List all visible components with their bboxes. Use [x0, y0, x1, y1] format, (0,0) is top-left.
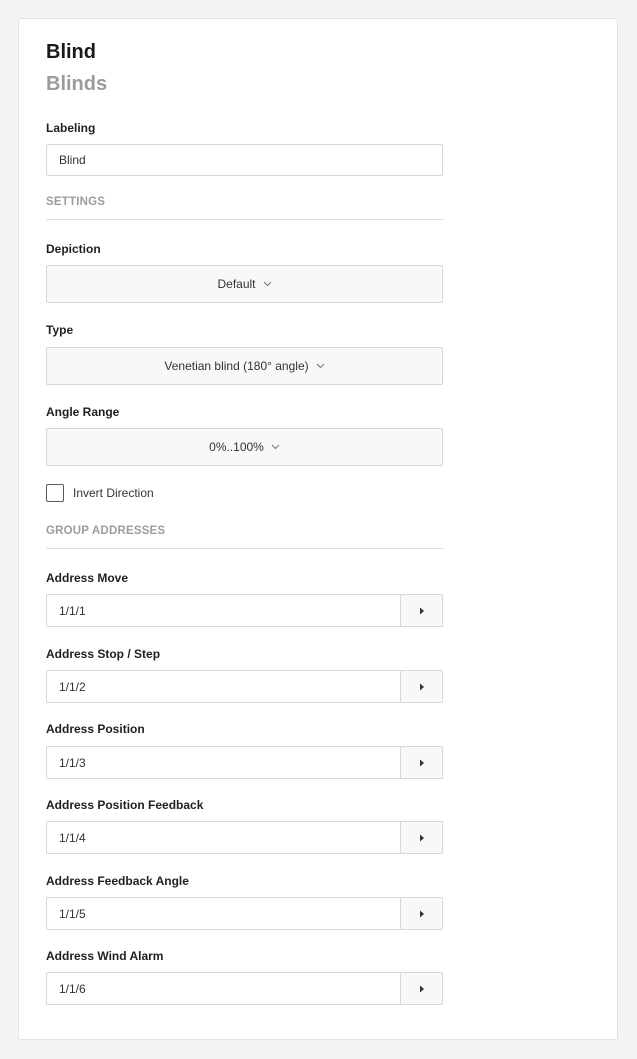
address-position-input[interactable] [47, 747, 400, 778]
address-wind-alarm-field [46, 972, 443, 1005]
caret-right-icon [419, 985, 424, 992]
angle-range-label: Angle Range [46, 405, 120, 419]
address-stop-step-field [46, 670, 443, 703]
address-move-label: Address Move [46, 571, 129, 585]
address-stop-step-label: Address Stop / Step [46, 647, 161, 661]
depiction-select[interactable]: Default [46, 265, 443, 303]
page-subtitle: Blinds [46, 73, 108, 95]
settings-section-header: SETTINGS [46, 196, 443, 220]
address-wind-alarm-input[interactable] [47, 973, 400, 1004]
address-move-field [46, 594, 443, 627]
depiction-value: Default [217, 277, 256, 291]
settings-card: Blind Blinds Labeling SETTINGS Depiction… [18, 18, 618, 1040]
address-feedback-angle-field [46, 897, 443, 930]
address-position-feedback-button[interactable] [400, 822, 442, 853]
depiction-label: Depiction [46, 242, 101, 256]
type-value: Venetian blind (180° angle) [164, 359, 309, 373]
labeling-label: Labeling [46, 121, 96, 135]
address-feedback-angle-button[interactable] [400, 898, 442, 929]
caret-right-icon [419, 683, 424, 690]
angle-range-select[interactable]: 0%..100% [46, 428, 443, 466]
address-stop-step-input[interactable] [47, 671, 400, 702]
address-move-button[interactable] [400, 595, 442, 626]
chevron-down-icon [263, 281, 271, 287]
address-wind-alarm-label: Address Wind Alarm [46, 949, 164, 963]
caret-right-icon [419, 607, 424, 614]
type-select[interactable]: Venetian blind (180° angle) [46, 347, 443, 385]
address-feedback-angle-input[interactable] [47, 898, 400, 929]
address-position-button[interactable] [400, 747, 442, 778]
address-move-input[interactable] [47, 595, 400, 626]
caret-right-icon [419, 759, 424, 766]
angle-range-value: 0%..100% [209, 440, 264, 454]
address-position-field [46, 746, 443, 779]
address-feedback-angle-label: Address Feedback Angle [46, 874, 189, 888]
address-position-feedback-label: Address Position Feedback [46, 798, 204, 812]
page-title: Blind [46, 41, 96, 63]
invert-direction-row: Invert Direction [46, 484, 154, 502]
address-stop-step-button[interactable] [400, 671, 442, 702]
address-position-feedback-field [46, 821, 443, 854]
type-label: Type [46, 323, 74, 337]
chevron-down-icon [271, 444, 280, 450]
invert-direction-checkbox[interactable] [46, 484, 64, 502]
address-position-label: Address Position [46, 722, 145, 736]
address-position-feedback-input[interactable] [47, 822, 400, 853]
caret-right-icon [419, 834, 424, 841]
labeling-input[interactable] [46, 144, 443, 176]
address-wind-alarm-button[interactable] [400, 973, 442, 1004]
group-addresses-section-header: GROUP ADDRESSES [46, 525, 443, 549]
invert-direction-label: Invert Direction [73, 486, 154, 500]
caret-right-icon [419, 910, 424, 917]
chevron-down-icon [316, 363, 324, 369]
